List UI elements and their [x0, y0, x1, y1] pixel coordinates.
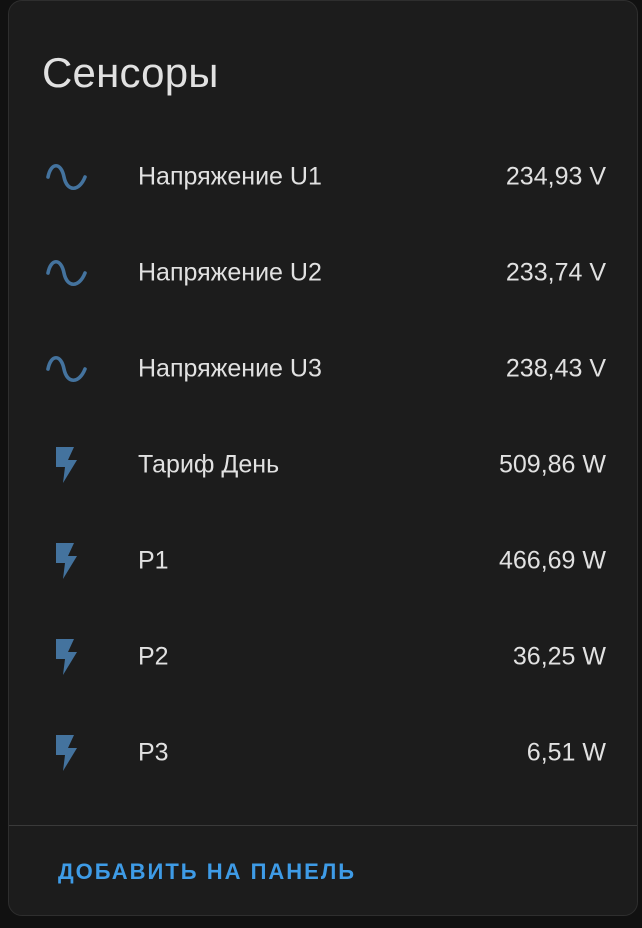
sensor-row-p2[interactable]: P2 36,25 W	[9, 609, 637, 705]
sensor-list: Напряжение U1 234,93 V Напряжение U2 233…	[9, 129, 637, 801]
sensor-name: P2	[138, 642, 169, 671]
sensor-value: 238,43 V	[505, 354, 606, 383]
flash-icon	[39, 537, 95, 585]
sensor-value: 233,74 V	[505, 258, 606, 287]
sensor-row-u1[interactable]: Напряжение U1 234,93 V	[9, 129, 637, 225]
sensor-value: 234,93 V	[505, 162, 606, 191]
sensor-name: P1	[138, 546, 169, 575]
sensor-value: 6,51 W	[526, 738, 606, 767]
sensor-row-u3[interactable]: Напряжение U3 238,43 V	[9, 321, 637, 417]
sensor-name: Напряжение U1	[138, 162, 322, 191]
sensor-value: 509,86 W	[498, 450, 606, 479]
card-divider	[9, 825, 637, 826]
sensors-card: Сенсоры Напряжение U1 234,93 V Напряжени…	[8, 0, 638, 916]
sensor-row-p3[interactable]: P3 6,51 W	[9, 705, 637, 801]
sensor-row-p1[interactable]: P1 466,69 W	[9, 513, 637, 609]
add-to-dashboard-button[interactable]: ДОБАВИТЬ НА ПАНЕЛЬ	[58, 854, 356, 890]
flash-icon	[39, 729, 95, 777]
card-title: Сенсоры	[42, 49, 219, 96]
sine-wave-icon	[39, 345, 95, 393]
sensor-value: 466,69 W	[498, 546, 606, 575]
sensor-name: Напряжение U2	[138, 258, 322, 287]
sensor-row-u2[interactable]: Напряжение U2 233,74 V	[9, 225, 637, 321]
sensor-name: Напряжение U3	[138, 354, 322, 383]
sine-wave-icon	[39, 153, 95, 201]
flash-icon	[39, 633, 95, 681]
sensor-name: Тариф День	[138, 450, 280, 479]
sine-wave-icon	[39, 249, 95, 297]
sensor-value: 36,25 W	[512, 642, 606, 671]
flash-icon	[39, 441, 95, 489]
sensor-row-tariff-day[interactable]: Тариф День 509,86 W	[9, 417, 637, 513]
sensor-name: P3	[138, 738, 169, 767]
